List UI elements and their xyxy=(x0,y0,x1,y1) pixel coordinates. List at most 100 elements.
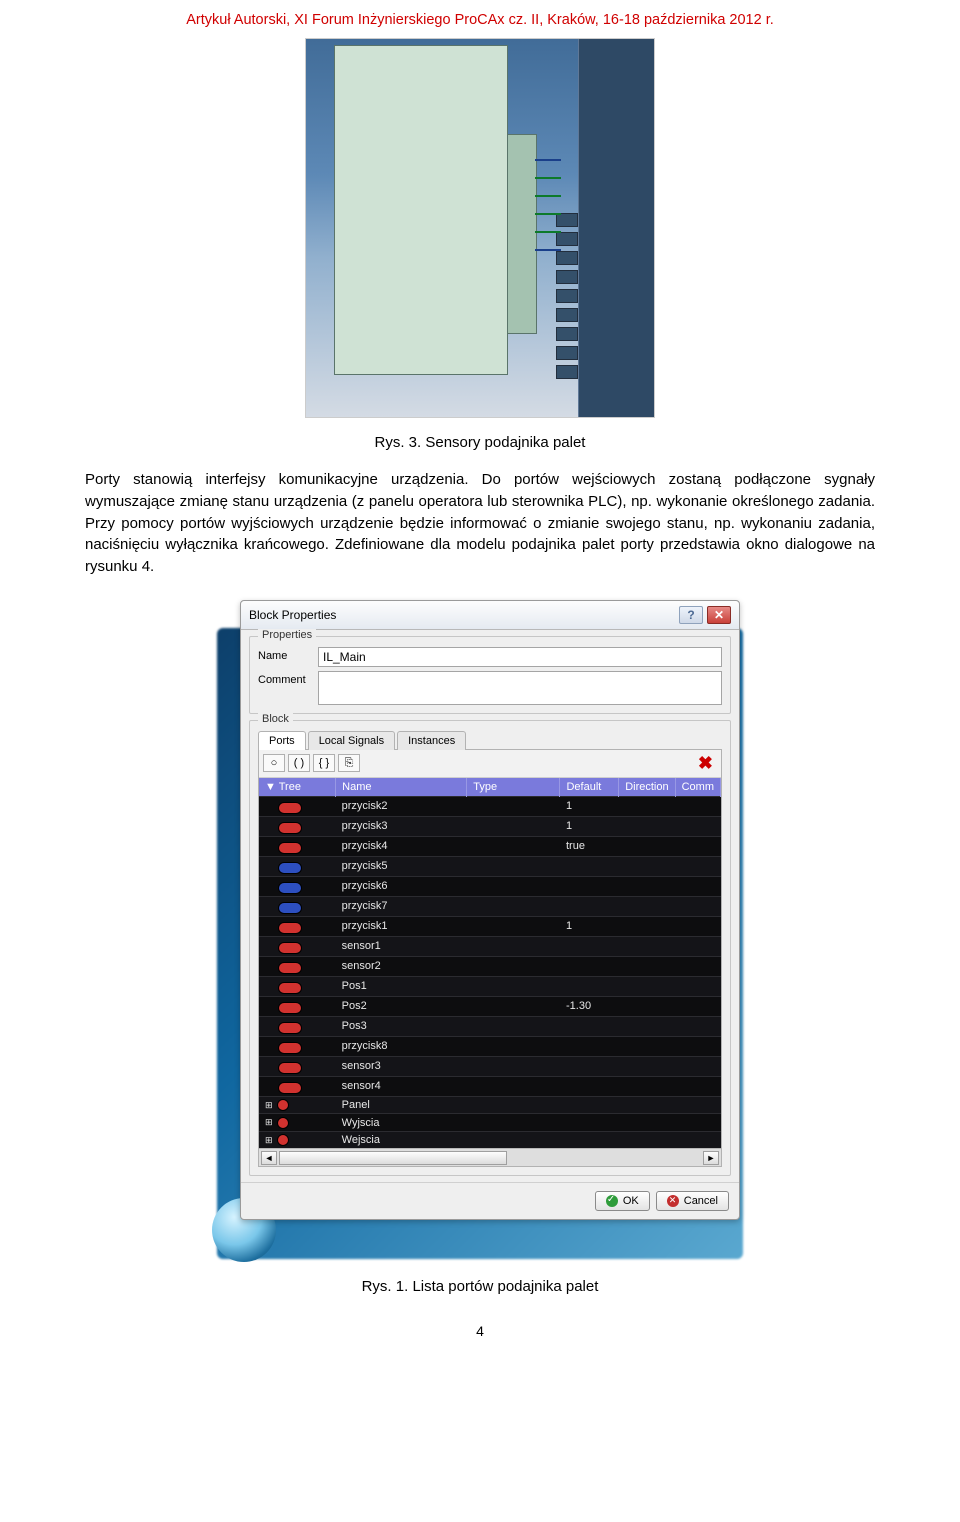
scroll-left-button[interactable]: ◄ xyxy=(261,1151,277,1165)
port-name-cell: przycisk4 xyxy=(336,836,467,856)
toolbar-button-0[interactable]: ○ xyxy=(263,754,285,772)
column-header[interactable]: Default xyxy=(560,778,619,797)
port-type-cell xyxy=(467,936,560,956)
port-name-cell: Panel xyxy=(336,1096,467,1114)
table-row[interactable]: przycisk6 xyxy=(259,876,721,896)
figure-1-caption: Rys. 1. Lista portów podajnika palet xyxy=(85,1278,875,1295)
port-type-cell xyxy=(467,916,560,936)
table-row[interactable]: przycisk2 1 xyxy=(259,796,721,816)
port-name-cell: przycisk8 xyxy=(336,1036,467,1056)
expander-icon[interactable]: ⊞ xyxy=(265,1117,273,1128)
tab-instances[interactable]: Instances xyxy=(397,731,466,750)
toolbar-button-2[interactable]: { } xyxy=(313,754,335,772)
port-default-cell xyxy=(560,1131,619,1148)
port-name-cell: przycisk2 xyxy=(336,796,467,816)
delete-icon[interactable]: ✖ xyxy=(694,753,717,774)
port-pin-icon xyxy=(278,842,302,854)
table-row[interactable]: sensor1 xyxy=(259,936,721,956)
port-direction-cell xyxy=(619,896,675,916)
table-row[interactable]: sensor2 xyxy=(259,956,721,976)
column-header[interactable]: ▼ Tree xyxy=(259,778,336,797)
toolbar-button-1[interactable]: ( ) xyxy=(288,754,310,772)
cancel-button[interactable]: Cancel xyxy=(656,1191,729,1211)
scroll-right-button[interactable]: ► xyxy=(703,1151,719,1165)
port-name-cell: Pos3 xyxy=(336,1016,467,1036)
table-row[interactable]: ⊞ Panel xyxy=(259,1096,721,1114)
port-default-cell: 1 xyxy=(560,916,619,936)
table-row[interactable]: przycisk4 true xyxy=(259,836,721,856)
port-pin-icon xyxy=(278,942,302,954)
column-header[interactable]: Direction xyxy=(619,778,675,797)
table-row[interactable]: Pos2-1.30 xyxy=(259,996,721,1016)
help-button[interactable]: ? xyxy=(679,606,703,624)
port-name-cell: Pos1 xyxy=(336,976,467,996)
cancel-button-label: Cancel xyxy=(684,1195,718,1207)
port-direction-cell xyxy=(619,816,675,836)
port-direction-cell xyxy=(619,1114,675,1132)
table-row[interactable]: sensor4 xyxy=(259,1076,721,1096)
comment-field[interactable] xyxy=(318,671,722,705)
figure-3-caption: Rys. 3. Sensory podajnika palet xyxy=(85,434,875,451)
port-default-cell: 1 xyxy=(560,816,619,836)
scroll-thumb[interactable] xyxy=(279,1151,507,1165)
column-header[interactable]: Name xyxy=(336,778,467,797)
dialog-titlebar: Block Properties ? ✕ xyxy=(241,601,739,630)
table-row[interactable]: ⊞ Wejscia xyxy=(259,1131,721,1148)
tab-ports[interactable]: Ports xyxy=(258,731,306,750)
expander-icon[interactable]: ⊞ xyxy=(265,1135,273,1146)
table-row[interactable]: przycisk5 xyxy=(259,856,721,876)
ok-button[interactable]: OK xyxy=(595,1191,650,1211)
toolbar-button-3[interactable]: ⎘ xyxy=(338,754,360,772)
port-pin-icon xyxy=(278,1022,302,1034)
port-type-cell xyxy=(467,796,560,816)
column-header[interactable]: Type xyxy=(467,778,560,797)
table-row[interactable]: Pos3 xyxy=(259,1016,721,1036)
dialog-title-text: Block Properties xyxy=(249,608,336,622)
table-row[interactable]: sensor3 xyxy=(259,1056,721,1076)
port-comm-cell xyxy=(675,856,720,876)
port-comm-cell xyxy=(675,1131,720,1148)
port-comm-cell xyxy=(675,916,720,936)
port-comm-cell xyxy=(675,1056,720,1076)
column-header[interactable]: Comm xyxy=(675,778,720,797)
name-field[interactable] xyxy=(318,647,722,667)
port-default-cell xyxy=(560,896,619,916)
table-row[interactable]: ⊞Wyjscia xyxy=(259,1114,721,1132)
tabs: Ports Local Signals Instances xyxy=(258,731,722,750)
table-row[interactable]: przycisk7 xyxy=(259,896,721,916)
port-direction-cell xyxy=(619,956,675,976)
port-pin-icon xyxy=(278,1082,302,1094)
port-direction-cell xyxy=(619,1076,675,1096)
port-name-cell: przycisk5 xyxy=(336,856,467,876)
port-comm-cell xyxy=(675,956,720,976)
port-default-cell xyxy=(560,1016,619,1036)
close-button[interactable]: ✕ xyxy=(707,606,731,624)
port-type-cell xyxy=(467,876,560,896)
port-direction-cell xyxy=(619,1036,675,1056)
port-default-cell: 1 xyxy=(560,796,619,816)
port-pin-icon xyxy=(278,962,302,974)
port-default-cell: true xyxy=(560,836,619,856)
port-comm-cell xyxy=(675,996,720,1016)
port-type-cell xyxy=(467,976,560,996)
port-name-cell: Wejscia xyxy=(336,1131,467,1148)
tab-local-signals[interactable]: Local Signals xyxy=(308,731,395,750)
ports-table: ▼ TreeNameTypeDefaultDirectionComm przyc… xyxy=(259,778,721,1149)
port-type-cell xyxy=(467,816,560,836)
table-row[interactable]: Pos1 xyxy=(259,976,721,996)
expander-icon[interactable]: ⊞ xyxy=(265,1100,273,1111)
port-direction-cell xyxy=(619,976,675,996)
page-number: 4 xyxy=(85,1323,875,1339)
port-pin-icon xyxy=(278,982,302,994)
port-name-cell: przycisk3 xyxy=(336,816,467,836)
port-direction-cell xyxy=(619,796,675,816)
port-default-cell xyxy=(560,1036,619,1056)
port-comm-cell xyxy=(675,1036,720,1056)
table-row[interactable]: przycisk11 xyxy=(259,916,721,936)
table-row[interactable]: przycisk3 1 xyxy=(259,816,721,836)
horizontal-scrollbar[interactable]: ◄ ► xyxy=(259,1148,721,1166)
port-type-cell xyxy=(467,1016,560,1036)
table-row[interactable]: przycisk8 xyxy=(259,1036,721,1056)
port-type-cell xyxy=(467,1096,560,1114)
port-pin-icon xyxy=(278,1062,302,1074)
